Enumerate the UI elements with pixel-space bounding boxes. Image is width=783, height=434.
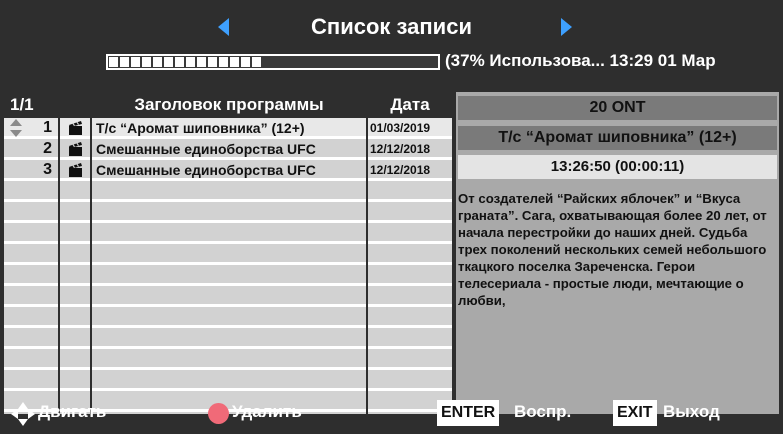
row-title: Смешанные единоборства UFC <box>96 141 316 157</box>
detail-channel: 20 ONT <box>458 96 777 120</box>
usage-segment <box>153 57 162 67</box>
usage-segment <box>175 57 184 67</box>
usage-segment <box>109 57 118 67</box>
empty-table-row <box>4 202 452 223</box>
detail-description: От создателей “Райских яблочек” и “Вкуса… <box>458 191 767 308</box>
arrow-right-icon[interactable] <box>561 18 572 36</box>
usage-segment <box>120 57 129 67</box>
red-button-icon[interactable] <box>208 403 229 424</box>
empty-table-row <box>4 244 452 265</box>
usage-segment <box>131 57 140 67</box>
usage-segment <box>186 57 195 67</box>
table-row[interactable]: 2 Смешанные единоборства UFC 12/12/2018 <box>4 139 452 160</box>
empty-table-row <box>4 370 452 391</box>
icon-column-header <box>60 92 90 118</box>
recording-clapperboard-icon <box>62 139 90 159</box>
up-down-arrows-icon <box>10 119 22 137</box>
delete-label: Удалить <box>232 402 302 421</box>
usage-status-text: (37% Использова... 13:29 01 Мар <box>445 51 716 70</box>
usage-segment <box>142 57 151 67</box>
recording-clapperboard-icon <box>62 160 90 180</box>
enter-key[interactable]: ENTER <box>437 400 500 426</box>
empty-table-row <box>4 265 452 286</box>
row-number: 3 <box>43 161 52 178</box>
program-detail-panel: 20 ONT Т/с “Аромат шиповника” (12+) 13:2… <box>456 92 779 414</box>
empty-table-row <box>4 328 452 349</box>
recording-clapperboard-icon <box>62 118 90 138</box>
usage-segment <box>197 57 206 67</box>
recording-list-screen: Список записи (37% Использова... 13:29 0… <box>0 0 783 434</box>
row-title: Смешанные единоборства UFC <box>96 162 316 178</box>
row-date: 12/12/2018 <box>370 163 431 177</box>
play-label: Воспр. <box>514 402 572 421</box>
empty-table-row <box>4 223 452 244</box>
column-divider <box>58 92 60 414</box>
usage-segment <box>252 57 261 67</box>
usage-segment <box>219 57 228 67</box>
usage-segment <box>241 57 250 67</box>
column-divider <box>366 92 368 414</box>
date-column-header: Дата <box>368 92 452 118</box>
disk-usage-fill <box>109 57 261 67</box>
empty-table-row <box>4 181 452 202</box>
title-column-header: Заголовок программы <box>92 92 366 118</box>
empty-table-row <box>4 307 452 328</box>
usage-segment <box>208 57 217 67</box>
page-counter: 1/1 <box>4 92 64 118</box>
empty-table-row <box>4 349 452 370</box>
empty-table-row <box>4 286 452 307</box>
row-number: 2 <box>43 140 52 157</box>
exit-key[interactable]: EXIT <box>613 400 657 426</box>
table-row[interactable]: 3 Смешанные единоборства UFC 12/12/2018 <box>4 160 452 181</box>
recording-table: 1/1 Заголовок программы Дата 1 Т/с “Арома… <box>4 92 452 414</box>
detail-program-title: Т/с “Аромат шиповника” (12+) <box>458 126 777 150</box>
move-label: Двигать <box>38 402 107 421</box>
usage-segment <box>230 57 239 67</box>
row-title: Т/с “Аромат шиповника” (12+) <box>96 120 305 136</box>
table-row[interactable]: 1 Т/с “Аромат шиповника” (12+) 01/03/2019 <box>4 118 452 139</box>
dpad-move-icon <box>9 400 37 428</box>
exit-label: Выход <box>663 402 720 421</box>
column-divider <box>90 92 92 414</box>
row-date: 01/03/2019 <box>370 121 431 135</box>
detail-time: 13:26:50 (00:00:11) <box>458 155 777 179</box>
page-title: Список записи <box>311 14 472 39</box>
usage-segment <box>164 57 173 67</box>
row-date: 12/12/2018 <box>370 142 431 156</box>
disk-usage-bar <box>106 54 440 70</box>
